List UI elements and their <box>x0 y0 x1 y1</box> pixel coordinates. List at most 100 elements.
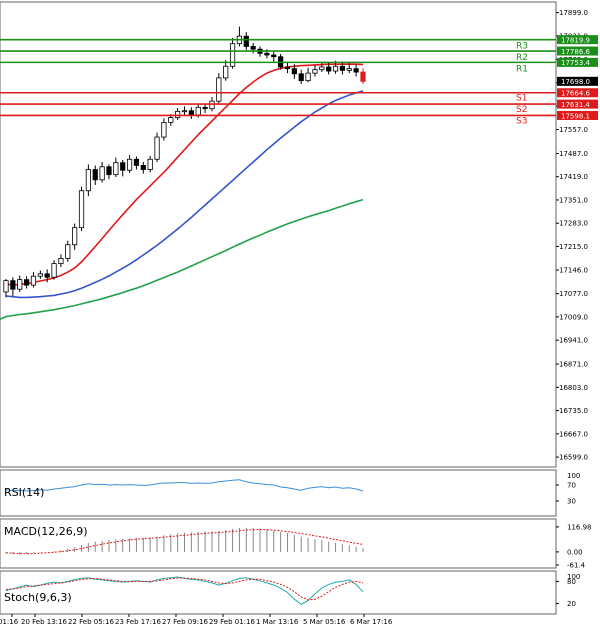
candle-body <box>92 169 98 181</box>
candle <box>181 106 188 115</box>
candle <box>30 272 37 288</box>
candle <box>37 270 43 279</box>
candle <box>202 104 208 114</box>
current-price-label: 17698.0 <box>561 78 590 86</box>
x-tick-label: 27 Feb 09:16 <box>162 618 208 626</box>
level-name: R3 <box>516 42 528 52</box>
candle-body <box>85 169 91 192</box>
y-tick-label: 116.98 <box>567 523 592 531</box>
y-tick-label: 17351.0 <box>559 196 588 204</box>
y-tick-label: 16599.0 <box>559 454 588 462</box>
candle-body <box>44 273 50 278</box>
panel-frame <box>0 469 557 517</box>
candle <box>126 155 133 173</box>
candle <box>188 107 194 119</box>
candle-body <box>339 65 346 71</box>
y-tick-label: 100 <box>567 472 580 480</box>
y-tick-label: 16667.0 <box>559 430 588 438</box>
price-panel: 17899.017831.017762.017694.017626.017557… <box>0 1 598 468</box>
y-tick-label: 20 <box>567 600 576 608</box>
y-tick-label: 0.00 <box>567 548 583 556</box>
candle-body <box>291 68 297 75</box>
candle-body <box>284 66 291 70</box>
candle-body <box>65 244 71 259</box>
candle-body <box>346 68 352 71</box>
candle-body <box>17 279 23 290</box>
x-tick-label: 23 Feb 17:16 <box>115 618 161 626</box>
candle-body <box>99 166 105 181</box>
candle-body <box>264 52 270 56</box>
level-r3: R3 17819.9 <box>0 35 598 52</box>
candle-body <box>51 263 57 278</box>
level-s1: S1 17664.6 <box>0 88 598 104</box>
level-name: R2 <box>516 53 528 63</box>
candle-body <box>72 227 78 246</box>
candle-body <box>147 158 153 170</box>
candle-body <box>78 190 85 229</box>
candle <box>140 162 146 174</box>
candle <box>99 162 105 183</box>
candle <box>353 64 359 77</box>
y-tick-label: 30 <box>567 498 576 506</box>
level-price-label: 17753.4 <box>561 59 590 67</box>
x-tick-label: 6 Mar 17:16 <box>350 618 393 626</box>
candle <box>305 67 311 83</box>
candle <box>78 186 85 232</box>
current-price-tag: 17698.0 <box>557 76 598 86</box>
y-tick-label: 17487.0 <box>559 150 588 158</box>
candle-body <box>168 117 174 123</box>
candle <box>58 254 64 267</box>
candle-body <box>37 273 43 277</box>
candle-body <box>305 72 311 82</box>
candle <box>85 164 91 197</box>
level-price-label: 17786.6 <box>561 48 590 56</box>
candle-body <box>120 162 126 171</box>
candle-body <box>154 136 160 160</box>
y-tick-label: 70 <box>567 482 576 490</box>
level-name: S3 <box>516 116 527 126</box>
candlesticks <box>3 26 366 298</box>
x-tick-label: 20 Feb 13:16 <box>21 618 67 626</box>
candle <box>120 159 126 177</box>
candle <box>223 60 229 81</box>
candle <box>92 165 98 185</box>
rsi-line <box>5 479 364 492</box>
candle <box>106 164 112 180</box>
candle <box>51 260 57 280</box>
level-s2: S2 17631.4 <box>0 99 598 115</box>
candle <box>236 26 243 47</box>
candle-body <box>188 110 194 116</box>
candle-body <box>243 35 249 47</box>
x-tick-label: 5 Mar 05:16 <box>303 618 346 626</box>
candle <box>360 68 366 85</box>
candle <box>3 278 9 298</box>
candle-body <box>106 166 112 176</box>
candle <box>133 156 140 170</box>
candle <box>147 155 153 173</box>
y-tick-label: -61.4 <box>567 562 586 570</box>
level-price-label: 17819.9 <box>561 36 590 44</box>
x-tick-label: 1 Mar 13:16 <box>256 618 299 626</box>
candle <box>65 240 71 262</box>
moving-averages <box>0 63 364 321</box>
candle <box>113 157 119 178</box>
x-tick-label: 29 Feb 01:16 <box>209 618 255 626</box>
candle-body <box>133 158 140 166</box>
candle-body <box>202 106 208 110</box>
stoch-panel: 8020100Stoch(9,6,3) <box>0 570 580 615</box>
candle-body <box>298 73 304 82</box>
stoch-label: Stoch(9,6,3) <box>4 591 72 604</box>
candle <box>23 276 30 289</box>
level-price-label: 17664.6 <box>561 90 590 98</box>
candle <box>243 32 249 50</box>
candle-body <box>3 280 9 293</box>
candle <box>271 51 277 62</box>
candle <box>72 223 78 250</box>
ma-red-line <box>5 63 364 286</box>
candle-body <box>175 111 181 118</box>
candle <box>175 107 181 120</box>
y-tick-label: 17899.0 <box>559 9 588 17</box>
level-price-label: 17631.4 <box>561 101 590 109</box>
macd-label: MACD(12,26,9) <box>4 525 88 538</box>
candle-body <box>30 275 37 286</box>
